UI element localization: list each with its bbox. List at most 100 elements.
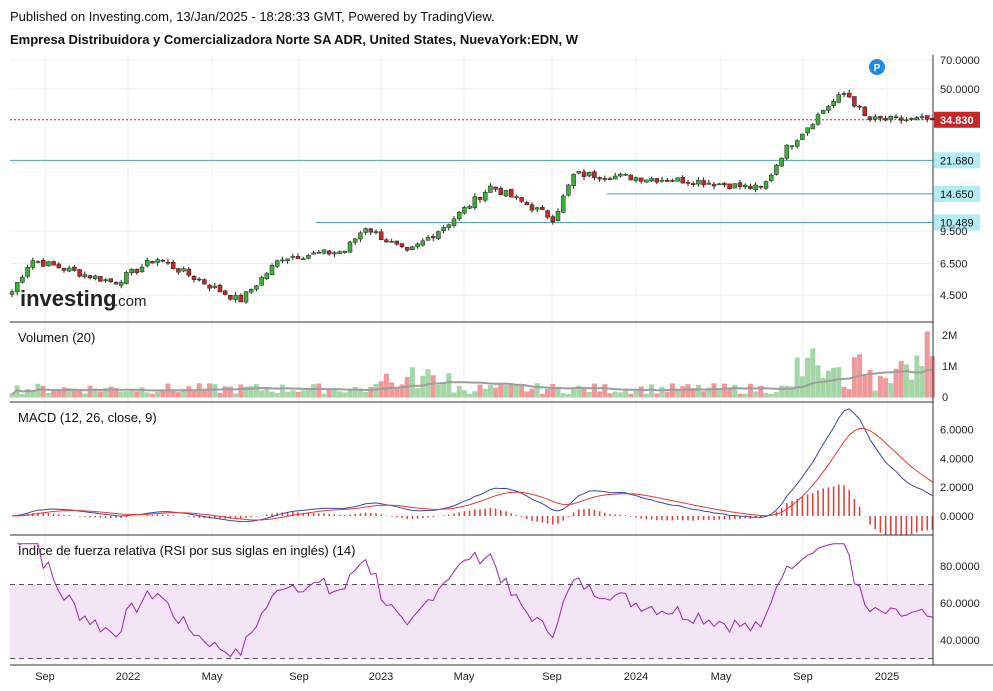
- rsi-tick-label: 60.0000: [940, 598, 980, 610]
- candle-body: [441, 227, 446, 231]
- candle-body: [87, 275, 93, 279]
- candle-body: [61, 268, 67, 271]
- candle-body: [852, 96, 857, 107]
- candle-body: [534, 207, 540, 210]
- candle-body: [306, 255, 311, 259]
- volume-bar: [383, 373, 389, 398]
- candle-body: [737, 182, 743, 187]
- candle-body: [456, 211, 462, 219]
- candle-body: [768, 174, 774, 181]
- candle-body: [77, 269, 82, 277]
- candle-body: [186, 268, 192, 276]
- candle-body: [789, 145, 795, 148]
- x-tick-label: Sep: [793, 671, 813, 683]
- candle-body: [555, 211, 561, 221]
- candle-body: [410, 246, 415, 250]
- volume-bar: [737, 393, 743, 398]
- candle-body: [217, 284, 223, 293]
- volume-bar: [664, 391, 670, 398]
- candle-body: [893, 116, 899, 119]
- candle-body: [269, 265, 275, 276]
- candle-body: [196, 278, 202, 281]
- volume-bar: [77, 390, 83, 398]
- volume-bar: [19, 393, 25, 398]
- volume-bar: [56, 390, 62, 398]
- candle-body: [337, 251, 342, 254]
- candle-body: [222, 290, 228, 295]
- candle-body: [82, 274, 88, 277]
- price-tick-label: 70.0000: [940, 55, 980, 67]
- volume-bar: [415, 388, 421, 398]
- candle-body: [233, 295, 238, 301]
- candle-body: [290, 256, 296, 258]
- volume-bar: [586, 391, 592, 398]
- volume-bar: [534, 383, 540, 398]
- volume-bar: [430, 375, 436, 398]
- candle-body: [706, 182, 712, 185]
- volume-bar: [768, 393, 774, 398]
- candle-body: [430, 236, 436, 239]
- volume-pane-title: Volumen (20): [18, 330, 95, 345]
- svg-text:.com: .com: [114, 293, 147, 310]
- volume-bar: [732, 384, 738, 398]
- candle-body: [295, 256, 301, 260]
- candle-body: [872, 116, 878, 120]
- volume-bar: [753, 391, 759, 398]
- candle-body: [883, 118, 888, 121]
- candle-body: [363, 228, 368, 233]
- candle-body: [508, 188, 514, 198]
- candle-body: [836, 94, 842, 103]
- candle-body: [425, 237, 431, 241]
- candle-body: [326, 250, 332, 255]
- candle-body: [467, 206, 472, 209]
- candle-body: [623, 174, 628, 176]
- chart-canvas[interactable]: 21.68014.65010.48934.830 P Volumen (20) …: [0, 0, 993, 691]
- candle-body: [358, 232, 363, 240]
- candle-body: [98, 276, 103, 282]
- candle-body: [280, 259, 285, 262]
- candle-body: [378, 231, 384, 241]
- volume-bar: [649, 384, 655, 398]
- volume-bar: [108, 386, 114, 398]
- volume-bar: [435, 384, 441, 398]
- candle-body: [46, 261, 51, 267]
- volume-bar: [519, 385, 525, 398]
- x-tick-label: May: [454, 671, 475, 683]
- candle-body: [103, 279, 108, 282]
- rsi-tick-label: 40.0000: [940, 635, 980, 647]
- candle-body: [914, 117, 920, 120]
- candle-body: [592, 171, 597, 178]
- volume-bar: [222, 386, 228, 398]
- volume-bar: [654, 393, 660, 398]
- volume-bar: [872, 390, 878, 398]
- candle-body: [124, 272, 129, 284]
- candle-body: [888, 115, 894, 121]
- candle-body: [399, 243, 405, 247]
- volume-bar: [909, 379, 915, 398]
- candle-body: [794, 140, 800, 147]
- volume-tick-label: 1M: [942, 361, 957, 373]
- volume-bar: [285, 391, 291, 398]
- candle-body: [243, 291, 249, 303]
- candle-body: [264, 273, 270, 279]
- candle-body: [202, 279, 207, 285]
- macd-tick-label: 6.0000: [940, 425, 974, 437]
- volume-bar: [524, 391, 530, 398]
- macd-tick-label: 4.0000: [940, 453, 974, 465]
- volume-bar: [633, 390, 639, 398]
- volume-bar: [461, 390, 467, 398]
- candle-body: [810, 124, 816, 130]
- candle-body: [633, 177, 639, 182]
- candle-body: [14, 282, 20, 293]
- candle-body: [732, 183, 738, 189]
- candle-body: [878, 115, 883, 119]
- candle-body: [612, 175, 618, 180]
- volume-bar: [560, 393, 566, 398]
- volume-bar: [175, 392, 181, 398]
- candle-body: [384, 239, 389, 243]
- candle-body: [774, 164, 779, 175]
- candle-body: [576, 171, 582, 174]
- candle-body: [238, 294, 244, 303]
- volume-bar: [420, 375, 426, 398]
- volume-bar: [279, 384, 285, 398]
